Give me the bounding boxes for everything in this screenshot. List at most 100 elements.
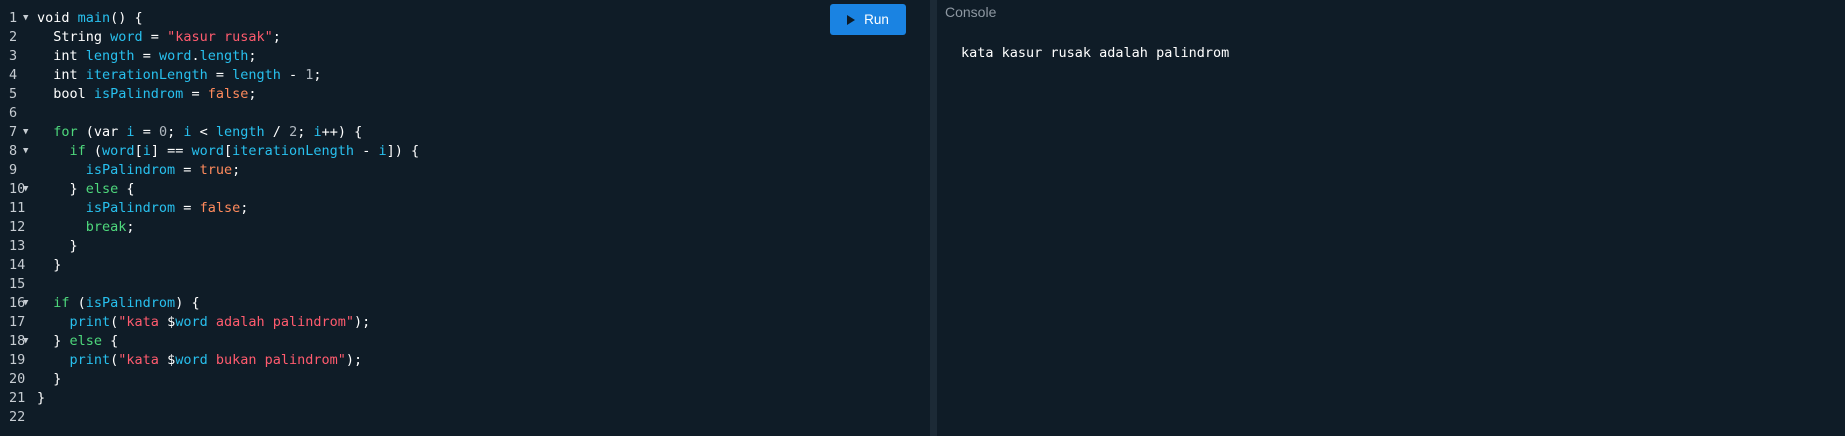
line-gutter: 15 (0, 275, 36, 294)
code-token: ; (167, 124, 184, 140)
console-output: kata kasur rusak adalah palindrom (961, 45, 1230, 61)
code-token: void (37, 10, 78, 26)
code-token: = (175, 200, 200, 216)
code-line[interactable]: 6 (0, 104, 419, 123)
fold-arrow-icon[interactable]: ▼ (23, 294, 28, 313)
code-token: / (264, 124, 290, 140)
code-token: $ (167, 352, 176, 368)
code-token: iterationLength (232, 143, 355, 159)
code-line[interactable]: 15 (0, 275, 419, 294)
code-token: [ (224, 143, 233, 159)
code-token: } (37, 390, 46, 406)
line-source: } (36, 389, 45, 408)
line-number: 12 (9, 219, 26, 235)
line-source: print("kata $word bukan palindrom"); (36, 351, 363, 370)
line-source: bool isPalindrom = false; (36, 85, 256, 104)
code-token: isPalindrom (85, 295, 176, 311)
code-token: $ (167, 314, 176, 330)
code-line[interactable]: 10 ▼ } else { (0, 180, 419, 199)
code-token: = (134, 48, 159, 64)
line-number: 3 (9, 48, 18, 64)
code-line[interactable]: 5 bool isPalindrom = false; (0, 85, 419, 104)
fold-arrow-icon[interactable]: ▼ (23, 180, 28, 199)
code-line[interactable]: 19 print("kata $word bukan palindrom"); (0, 351, 419, 370)
code-line[interactable]: 2 String word = "kasur rusak"; (0, 28, 419, 47)
code-token: - (280, 67, 306, 83)
line-gutter: 17 (0, 313, 36, 332)
code-token: i (183, 124, 192, 140)
code-token: length (215, 124, 265, 140)
line-source: } (36, 370, 61, 389)
line-number: 17 (9, 314, 26, 330)
line-source: int length = word.length; (36, 47, 256, 66)
code-token: else (69, 333, 103, 349)
line-number: 14 (9, 257, 26, 273)
code-line[interactable]: 17 print("kata $word adalah palindrom"); (0, 313, 419, 332)
code-token: () { (110, 10, 143, 26)
code-token: length (232, 67, 281, 83)
code-line[interactable]: 20 } (0, 370, 419, 389)
code-token: ; (248, 86, 257, 102)
code-token: length (85, 48, 135, 64)
code-token: print (37, 314, 111, 330)
code-token: iterationLength (85, 67, 208, 83)
fold-arrow-icon[interactable]: ▼ (23, 332, 28, 351)
code-line[interactable]: 9 isPalindrom = true; (0, 161, 419, 180)
code-line[interactable]: 21} (0, 389, 419, 408)
code-editor[interactable]: 1 ▼ void main() {2 String word = "kasur ru… (0, 0, 930, 436)
code-line[interactable]: 12 break; (0, 218, 419, 237)
code-token: if (37, 143, 94, 159)
code-token: "kata (118, 314, 168, 330)
line-number: 9 (9, 162, 18, 178)
code-token: = (183, 86, 208, 102)
line-source: } else { (36, 332, 118, 351)
code-token: ; (272, 29, 281, 45)
code-token: (var (85, 124, 127, 140)
code-line[interactable]: 16 ▼ if (isPalindrom) { (0, 294, 419, 313)
code-token: = (142, 29, 168, 45)
fold-arrow-icon[interactable]: ▼ (23, 142, 28, 161)
code-line[interactable]: 14 } (0, 256, 419, 275)
line-source: } (36, 256, 61, 275)
code-token: } (37, 333, 70, 349)
code-token: ) { (175, 295, 200, 311)
code-token: } (37, 238, 78, 254)
line-gutter: 21 (0, 389, 36, 408)
code-line[interactable]: 4 int iterationLength = length - 1; (0, 66, 419, 85)
code-line[interactable]: 8 ▼ if (word[i] == word[iterationLength -… (0, 142, 419, 161)
line-gutter: 18 ▼ (0, 332, 36, 351)
line-gutter: 9 (0, 161, 36, 180)
line-source (36, 275, 37, 294)
code-token: [ (134, 143, 143, 159)
code-line[interactable]: 11 isPalindrom = false; (0, 199, 419, 218)
code-token: ]) { (386, 143, 420, 159)
line-source: if (isPalindrom) { (36, 294, 200, 313)
code-line[interactable]: 3 int length = word.length; (0, 47, 419, 66)
run-button[interactable]: Run (830, 4, 906, 35)
line-number: 6 (9, 105, 18, 121)
code-token: word (191, 143, 224, 159)
code-line[interactable]: 7 ▼ for (var i = 0; i < length / 2; i++) … (0, 123, 419, 142)
code-line[interactable]: 1 ▼ void main() { (0, 9, 419, 28)
code-token: length (199, 48, 249, 64)
panel-splitter[interactable] (930, 0, 937, 436)
fold-arrow-icon[interactable]: ▼ (23, 123, 28, 142)
line-source (36, 408, 37, 427)
code-token: ); (345, 352, 363, 368)
code-token: word (102, 143, 135, 159)
code-token: false (207, 86, 249, 102)
code-token: main (77, 10, 111, 26)
code-line[interactable]: 22 (0, 408, 419, 427)
line-gutter: 5 (0, 85, 36, 104)
code-token: int (37, 67, 86, 83)
line-gutter: 19 (0, 351, 36, 370)
code-line[interactable]: 13 } (0, 237, 419, 256)
fold-arrow-icon[interactable]: ▼ (23, 9, 28, 28)
play-icon (847, 14, 856, 25)
code-token: ++) { (321, 124, 363, 140)
line-gutter: 20 (0, 370, 36, 389)
code-lines[interactable]: 1 ▼ void main() {2 String word = "kasur ru… (0, 9, 419, 427)
line-gutter: 12 (0, 218, 36, 237)
line-number: 20 (9, 371, 26, 387)
code-line[interactable]: 18 ▼ } else { (0, 332, 419, 351)
